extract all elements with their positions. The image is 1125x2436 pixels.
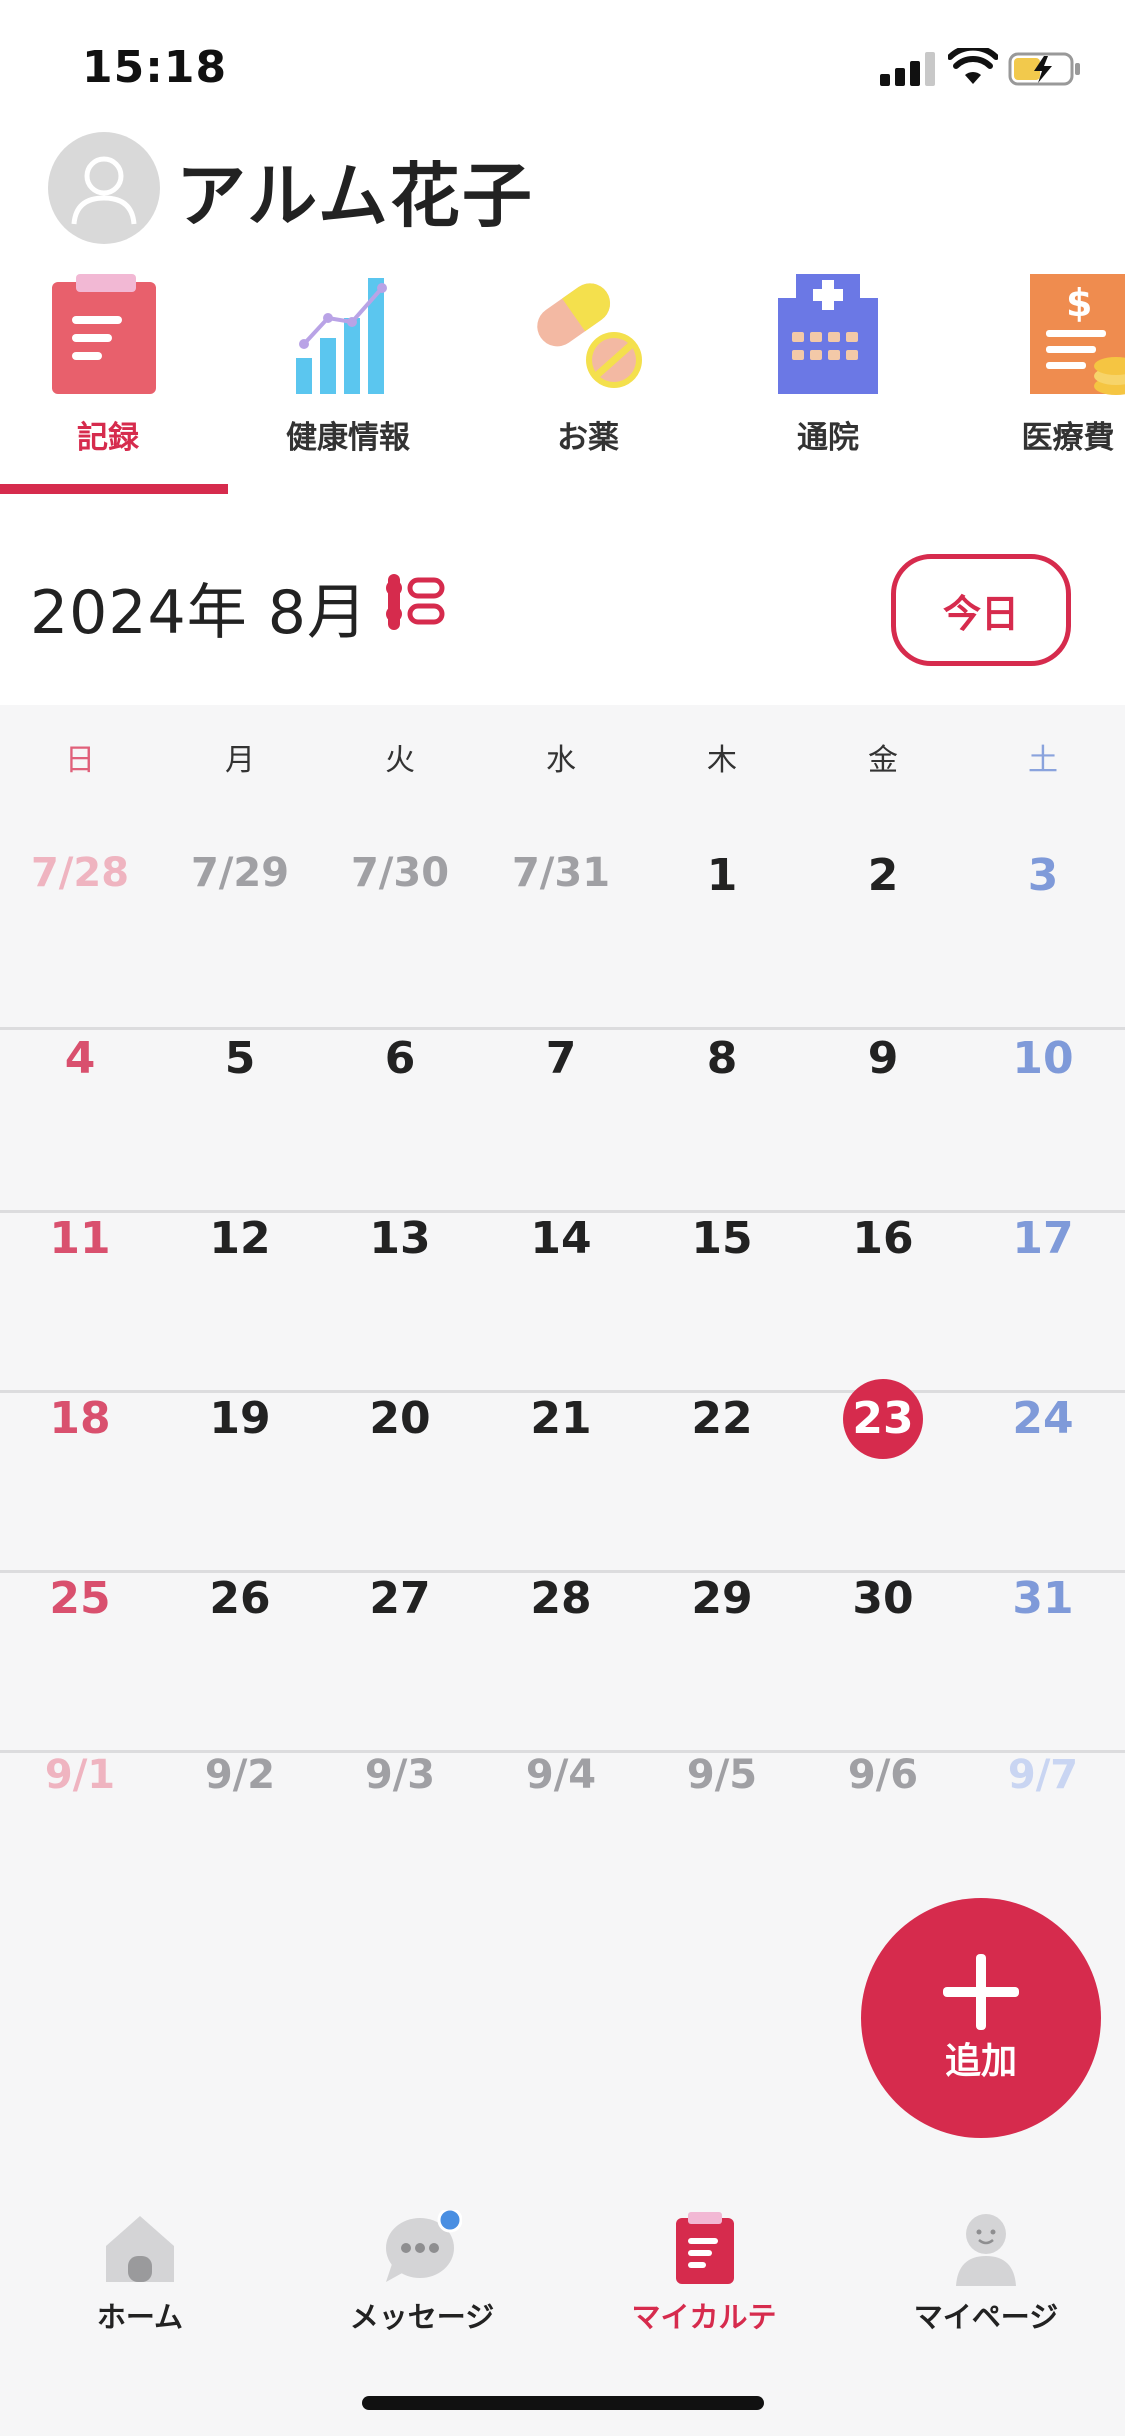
calendar-day[interactable]: 5	[160, 1033, 320, 1084]
pills-icon	[537, 283, 642, 388]
notification-badge	[437, 2210, 462, 2233]
calendar-day[interactable]: 17	[963, 1213, 1123, 1264]
calendar-day[interactable]: 9/4	[481, 1752, 641, 1798]
nav-home-label: ホーム	[96, 2300, 184, 2334]
calendar-day[interactable]: 11	[0, 1213, 160, 1264]
battery-charging-icon	[1008, 52, 1080, 86]
calendar-day[interactable]: 7/28	[0, 850, 160, 896]
view-toggle-icon[interactable]	[382, 570, 446, 634]
calendar-day[interactable]: 1	[642, 850, 802, 901]
weekday-monday: 月	[225, 743, 255, 778]
nav-my-page-label: マイページ	[913, 2300, 1059, 2334]
home-indicator[interactable]	[362, 2396, 764, 2410]
wifi-icon	[948, 48, 998, 84]
calendar-day[interactable]: 3	[963, 850, 1123, 901]
weekday-header: 日 月 火 水 木 金 土	[0, 735, 1125, 785]
calendar-week-row: 25 26 27 28 29 30 31	[0, 1573, 1125, 1753]
tab-medicine[interactable]: お薬	[478, 262, 698, 462]
active-tab-indicator	[0, 484, 228, 494]
weekday-tuesday: 火	[385, 743, 415, 778]
calendar-day[interactable]: 7/30	[320, 850, 480, 896]
calendar-day[interactable]: 12	[160, 1213, 320, 1264]
cellular-signal-icon	[880, 52, 936, 86]
calendar-day[interactable]: 14	[481, 1213, 641, 1264]
weekday-friday: 金	[868, 743, 898, 778]
calendar-day[interactable]: 9/6	[803, 1752, 963, 1798]
calendar-day[interactable]: 9/3	[320, 1752, 480, 1798]
calendar-day[interactable]: 4	[0, 1033, 160, 1084]
tab-hospital-visit[interactable]: 通院	[718, 262, 938, 462]
calendar-day[interactable]: 28	[481, 1573, 641, 1624]
calendar-week-row: 11 12 13 14 15 16 17	[0, 1213, 1125, 1393]
calendar-day[interactable]: 27	[320, 1573, 480, 1624]
add-button[interactable]: 追加	[861, 1898, 1101, 2138]
nav-message-label: メッセージ	[349, 2300, 495, 2334]
today-button[interactable]: 今日	[891, 554, 1071, 666]
calendar-day[interactable]: 9/2	[160, 1752, 320, 1798]
person-icon	[71, 156, 137, 225]
status-time: 15:18	[82, 42, 228, 93]
calendar-day[interactable]: 9/1	[0, 1752, 160, 1798]
calendar-day[interactable]: 7	[481, 1033, 641, 1084]
calendar-day[interactable]: 10	[963, 1033, 1123, 1084]
home-icon	[106, 2216, 174, 2282]
hospital-icon	[778, 274, 878, 394]
avatar[interactable]	[48, 132, 160, 244]
tab-health-info[interactable]: 健康情報	[238, 262, 458, 462]
nav-my-chart-label: マイカルテ	[631, 2300, 777, 2334]
calendar-day[interactable]: 29	[642, 1573, 802, 1624]
tab-medical-expenses[interactable]: $ 医療費	[958, 262, 1125, 462]
calendar-day[interactable]: 20	[320, 1393, 480, 1444]
calendar-day[interactable]: 9	[803, 1033, 963, 1084]
tab-record-label: 記録	[77, 420, 139, 456]
calendar-day[interactable]: 30	[803, 1573, 963, 1624]
calendar-day[interactable]: 18	[0, 1393, 160, 1444]
tab-medical-expenses-label: 医療費	[1021, 420, 1115, 456]
calendar-week-row: 7/28 7/29 7/30 7/31 1 2 3	[0, 850, 1125, 1030]
calendar-day[interactable]: 15	[642, 1213, 802, 1264]
tab-medicine-label: お薬	[557, 420, 619, 456]
person-icon	[956, 2214, 1016, 2286]
weekday-thursday: 木	[707, 743, 737, 778]
calendar-day[interactable]: 13	[320, 1213, 480, 1264]
calendar-week-row: 18 19 20 21 22 23 24	[0, 1379, 1125, 1573]
bar-chart-icon	[296, 278, 387, 394]
nav-my-page[interactable]: マイページ	[871, 2210, 1101, 2340]
tab-record[interactable]: 記録	[0, 262, 218, 462]
weekday-sunday: 日	[65, 743, 95, 778]
calendar-day[interactable]: 8	[642, 1033, 802, 1084]
calendar-day[interactable]: 24	[963, 1393, 1123, 1444]
calendar-day[interactable]: 2	[803, 850, 963, 901]
svg-text:$: $	[1066, 281, 1092, 325]
calendar-day[interactable]: 7/29	[160, 850, 320, 896]
medical-bill-icon: $	[1030, 274, 1125, 395]
calendar-day[interactable]: 6	[320, 1033, 480, 1084]
add-button-label: 追加	[944, 2041, 1017, 2082]
calendar-day[interactable]: 22	[642, 1393, 802, 1444]
weekday-saturday: 土	[1028, 743, 1058, 778]
calendar-day[interactable]: 19	[160, 1393, 320, 1444]
calendar-day[interactable]: 9/5	[642, 1752, 802, 1798]
calendar-day[interactable]: 21	[481, 1393, 641, 1444]
medical-chart-icon	[676, 2212, 734, 2284]
calendar-day[interactable]: 26	[160, 1573, 320, 1624]
calendar-day[interactable]: 7/31	[481, 850, 641, 896]
calendar-day[interactable]: 31	[963, 1573, 1123, 1624]
nav-my-chart[interactable]: マイカルテ	[589, 2210, 819, 2340]
nav-home[interactable]: ホーム	[25, 2210, 255, 2340]
clipboard-record-icon	[52, 274, 156, 394]
tab-hospital-visit-label: 通院	[797, 420, 859, 456]
calendar-week-row: 4 5 6 7 8 9 10	[0, 1033, 1125, 1213]
calendar-day-today[interactable]: 23	[803, 1379, 963, 1459]
calendar-day[interactable]: 16	[803, 1213, 963, 1264]
calendar-day[interactable]: 9/7	[963, 1752, 1123, 1798]
tab-health-info-label: 健康情報	[286, 420, 410, 456]
weekday-wednesday: 水	[546, 743, 576, 778]
plus-icon	[943, 1954, 1019, 2030]
nav-message[interactable]: メッセージ	[307, 2210, 537, 2340]
user-name: アルム花子	[176, 155, 534, 237]
message-icon	[386, 2210, 462, 2282]
calendar-day[interactable]: 25	[0, 1573, 160, 1624]
month-title: 2024年 8月	[30, 578, 368, 648]
